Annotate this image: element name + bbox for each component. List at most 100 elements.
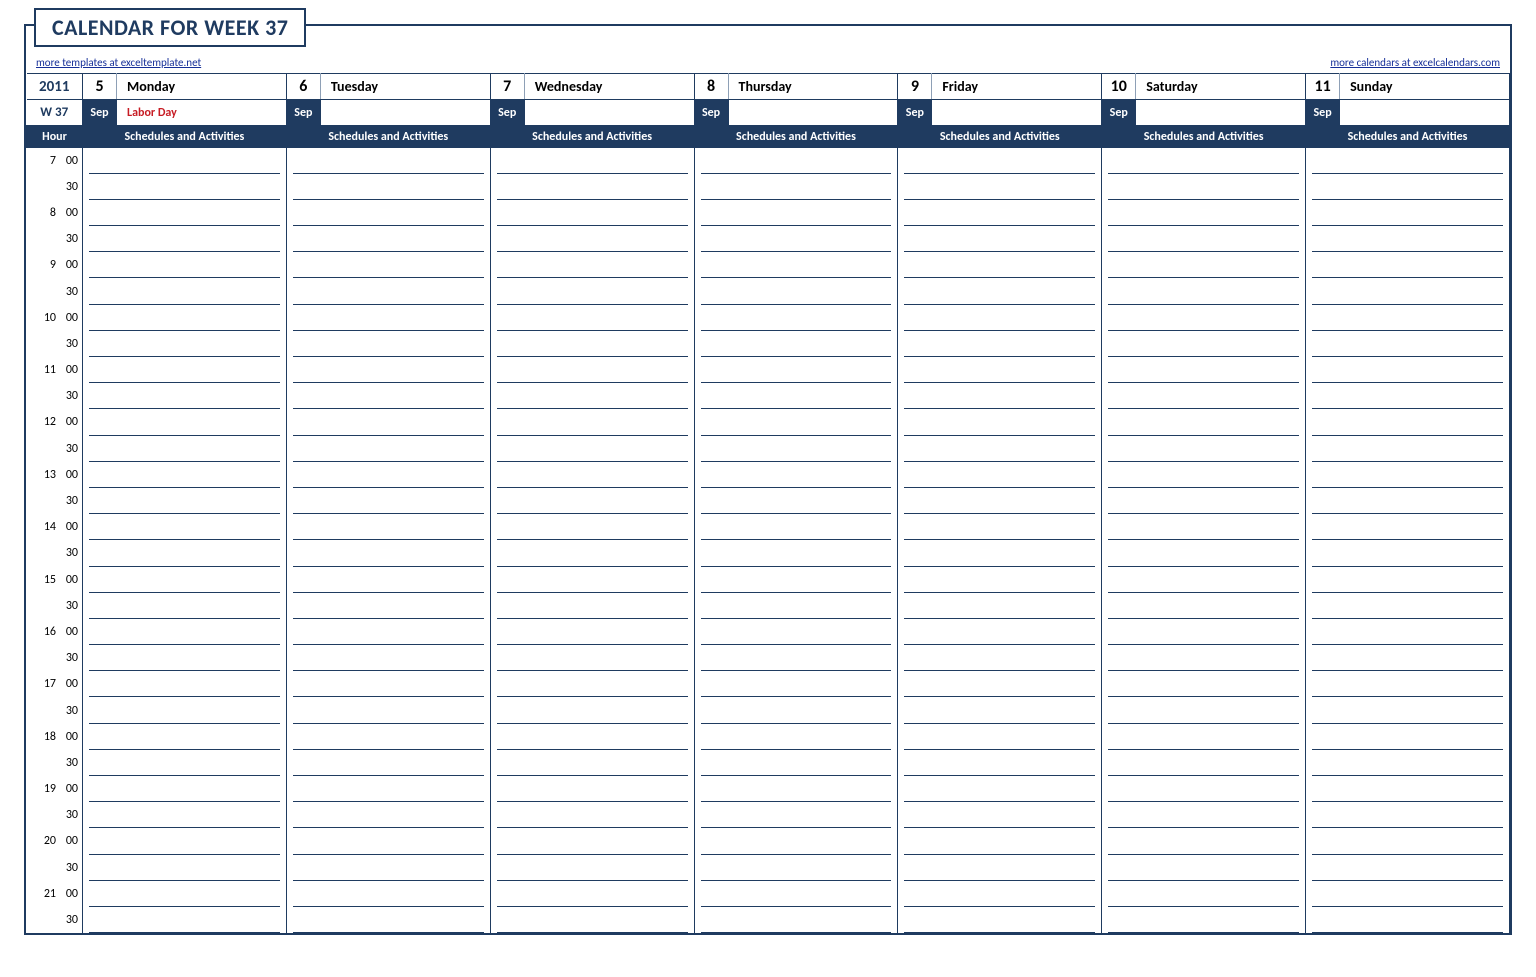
slot-cell[interactable] xyxy=(286,436,490,462)
slot-cell[interactable] xyxy=(694,462,898,488)
slot-cell[interactable] xyxy=(286,305,490,331)
slot-cell[interactable] xyxy=(1306,855,1510,881)
slot-cell[interactable] xyxy=(898,357,1102,383)
slot-cell[interactable] xyxy=(490,593,694,619)
slot-cell[interactable] xyxy=(694,383,898,409)
slot-cell[interactable] xyxy=(1306,174,1510,200)
slot-cell[interactable] xyxy=(1102,226,1306,252)
slot-cell[interactable] xyxy=(286,462,490,488)
slot-cell[interactable] xyxy=(83,802,287,828)
slot-cell[interactable] xyxy=(286,514,490,540)
slot-cell[interactable] xyxy=(898,724,1102,750)
slot-cell[interactable] xyxy=(1306,462,1510,488)
templates-link[interactable]: more templates at exceltemplate.net xyxy=(36,56,201,69)
slot-cell[interactable] xyxy=(286,802,490,828)
slot-cell[interactable] xyxy=(898,226,1102,252)
slot-cell[interactable] xyxy=(490,278,694,304)
slot-cell[interactable] xyxy=(898,776,1102,802)
slot-cell[interactable] xyxy=(286,567,490,593)
slot-cell[interactable] xyxy=(694,724,898,750)
slot-cell[interactable] xyxy=(1306,619,1510,645)
slot-cell[interactable] xyxy=(898,907,1102,933)
slot-cell[interactable] xyxy=(694,567,898,593)
slot-cell[interactable] xyxy=(490,645,694,671)
slot-cell[interactable] xyxy=(1102,750,1306,776)
slot-cell[interactable] xyxy=(83,645,287,671)
slot-cell[interactable] xyxy=(490,776,694,802)
slot-cell[interactable] xyxy=(694,776,898,802)
slot-cell[interactable] xyxy=(1306,828,1510,854)
slot-cell[interactable] xyxy=(1102,645,1306,671)
slot-cell[interactable] xyxy=(898,278,1102,304)
slot-cell[interactable] xyxy=(694,619,898,645)
slot-cell[interactable] xyxy=(286,200,490,226)
slot-cell[interactable] xyxy=(490,802,694,828)
slot-cell[interactable] xyxy=(1306,593,1510,619)
slot-cell[interactable] xyxy=(490,305,694,331)
slot-cell[interactable] xyxy=(83,174,287,200)
slot-cell[interactable] xyxy=(83,252,287,278)
slot-cell[interactable] xyxy=(1102,697,1306,723)
slot-cell[interactable] xyxy=(898,436,1102,462)
slot-cell[interactable] xyxy=(1102,174,1306,200)
slot-cell[interactable] xyxy=(1102,881,1306,907)
slot-cell[interactable] xyxy=(898,252,1102,278)
slot-cell[interactable] xyxy=(898,462,1102,488)
slot-cell[interactable] xyxy=(898,383,1102,409)
slot-cell[interactable] xyxy=(1102,776,1306,802)
slot-cell[interactable] xyxy=(1102,409,1306,435)
slot-cell[interactable] xyxy=(83,828,287,854)
slot-cell[interactable] xyxy=(286,776,490,802)
slot-cell[interactable] xyxy=(1306,671,1510,697)
slot-cell[interactable] xyxy=(83,567,287,593)
slot-cell[interactable] xyxy=(1306,881,1510,907)
slot-cell[interactable] xyxy=(286,226,490,252)
slot-cell[interactable] xyxy=(1102,331,1306,357)
slot-cell[interactable] xyxy=(1102,200,1306,226)
slot-cell[interactable] xyxy=(1306,305,1510,331)
slot-cell[interactable] xyxy=(694,514,898,540)
slot-cell[interactable] xyxy=(1306,697,1510,723)
slot-cell[interactable] xyxy=(83,671,287,697)
slot-cell[interactable] xyxy=(1306,436,1510,462)
slot-cell[interactable] xyxy=(490,855,694,881)
slot-cell[interactable] xyxy=(898,331,1102,357)
slot-cell[interactable] xyxy=(898,593,1102,619)
slot-cell[interactable] xyxy=(1306,514,1510,540)
slot-cell[interactable] xyxy=(1102,540,1306,566)
slot-cell[interactable] xyxy=(83,881,287,907)
slot-cell[interactable] xyxy=(1102,436,1306,462)
slot-cell[interactable] xyxy=(1306,331,1510,357)
slot-cell[interactable] xyxy=(1102,724,1306,750)
slot-cell[interactable] xyxy=(694,252,898,278)
slot-cell[interactable] xyxy=(83,357,287,383)
slot-cell[interactable] xyxy=(83,305,287,331)
slot-cell[interactable] xyxy=(286,357,490,383)
slot-cell[interactable] xyxy=(694,200,898,226)
slot-cell[interactable] xyxy=(286,409,490,435)
slot-cell[interactable] xyxy=(898,148,1102,174)
slot-cell[interactable] xyxy=(286,619,490,645)
slot-cell[interactable] xyxy=(83,383,287,409)
slot-cell[interactable] xyxy=(898,514,1102,540)
slot-cell[interactable] xyxy=(83,488,287,514)
slot-cell[interactable] xyxy=(83,619,287,645)
slot-cell[interactable] xyxy=(694,697,898,723)
slot-cell[interactable] xyxy=(286,278,490,304)
slot-cell[interactable] xyxy=(898,619,1102,645)
slot-cell[interactable] xyxy=(1306,357,1510,383)
slot-cell[interactable] xyxy=(898,671,1102,697)
slot-cell[interactable] xyxy=(83,593,287,619)
slot-cell[interactable] xyxy=(1102,305,1306,331)
slot-cell[interactable] xyxy=(694,148,898,174)
slot-cell[interactable] xyxy=(694,593,898,619)
slot-cell[interactable] xyxy=(694,855,898,881)
slot-cell[interactable] xyxy=(898,697,1102,723)
slot-cell[interactable] xyxy=(83,776,287,802)
slot-cell[interactable] xyxy=(1102,619,1306,645)
slot-cell[interactable] xyxy=(694,226,898,252)
slot-cell[interactable] xyxy=(83,750,287,776)
slot-cell[interactable] xyxy=(490,881,694,907)
slot-cell[interactable] xyxy=(490,724,694,750)
slot-cell[interactable] xyxy=(1102,593,1306,619)
